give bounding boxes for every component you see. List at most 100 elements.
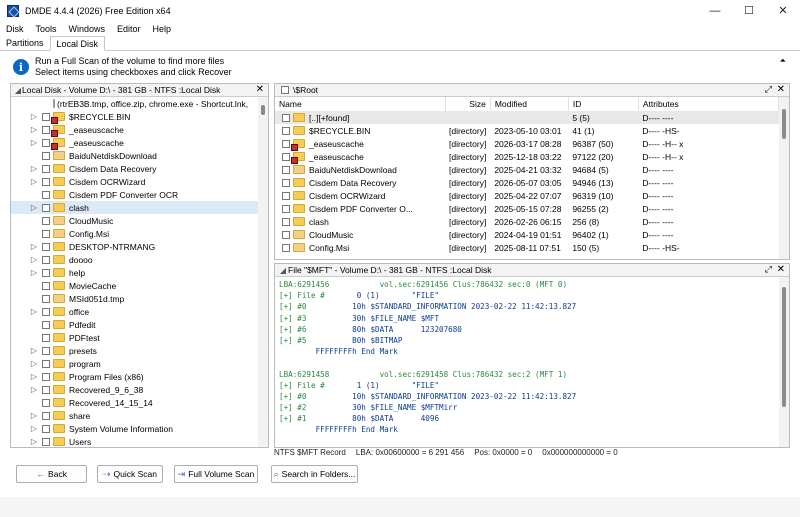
tree-item[interactable]: Cisdem PDF Converter OCR [11, 188, 258, 201]
record-expander-icon[interactable]: ◢ [278, 266, 288, 275]
tree-expander-icon[interactable]: ▷ [29, 307, 39, 316]
record-scrollbar[interactable] [779, 277, 789, 447]
file-row[interactable]: CloudMusic [directory] 2024-04-19 01:51 964… [275, 228, 779, 241]
tree-item-checkbox[interactable] [42, 398, 50, 407]
menu-help[interactable]: Help [147, 24, 178, 34]
tree-item[interactable]: ▷ $RECYCLE.BIN [11, 110, 258, 124]
file-row[interactable]: $RECYCLE.BIN [directory] 2023-05-10 03:01 4… [275, 124, 779, 137]
menu-editor[interactable]: Editor [111, 24, 147, 34]
tree-item-checkbox[interactable] [42, 203, 50, 212]
tree-item-checkbox[interactable] [42, 216, 50, 225]
file-row[interactable]: _easeuscache [directory] 2025-12-18 03:22 9… [275, 150, 779, 164]
tree-item-checkbox[interactable] [42, 359, 50, 368]
file-row[interactable]: Cisdem PDF Converter O... [directory] 2025… [275, 202, 779, 215]
file-name-cell[interactable]: Cisdem PDF Converter O... [275, 202, 445, 215]
tree-root-expander[interactable]: ◢ [14, 86, 22, 95]
file-checkbox[interactable] [282, 113, 290, 122]
full-volume-scan-button[interactable]: ⇥ Full Volume Scan [174, 465, 258, 483]
file-checkbox[interactable] [282, 139, 290, 148]
file-checkbox[interactable] [282, 178, 290, 187]
file-name-cell[interactable]: clash [275, 215, 445, 228]
tree-item-checkbox[interactable] [42, 333, 50, 342]
tree-item[interactable]: BaiduNetdiskDownload [11, 149, 258, 162]
tree-item[interactable]: ▷ DESKTOP-NTRMANG [11, 240, 258, 253]
file-checkbox[interactable] [282, 230, 290, 239]
file-row[interactable]: BaiduNetdiskDownload [directory] 2025-04-2… [275, 163, 779, 176]
tree-item[interactable]: ▷ office [11, 305, 258, 318]
file-name-cell[interactable]: CloudMusic [275, 228, 445, 241]
file-list-scrollbar[interactable] [779, 97, 789, 259]
tab-partitions[interactable]: Partitions [0, 36, 50, 50]
record-scroll-thumb[interactable] [782, 287, 786, 407]
tree-item-checkbox[interactable] [42, 372, 50, 381]
tree-item[interactable]: ▷ _easeuscache [11, 123, 258, 137]
file-checkbox[interactable] [282, 152, 290, 161]
file-row[interactable]: _easeuscache [directory] 2026-03-17 08:28 9… [275, 137, 779, 151]
panel-maximize-icon[interactable]: ⤢ [765, 84, 772, 95]
tree-item[interactable]: Pdfedit [11, 318, 258, 331]
search-in-folders-button[interactable]: ⌕ Search in Folders... [271, 465, 358, 483]
tree-item-checkbox[interactable] [42, 307, 50, 316]
tree-expander-icon[interactable]: ▷ [29, 125, 39, 134]
tree-item-checkbox[interactable] [42, 242, 50, 251]
file-list-scroll-thumb[interactable] [782, 109, 786, 139]
file-checkbox[interactable] [282, 243, 290, 252]
file-checkbox[interactable] [282, 191, 290, 200]
file-name-cell[interactable]: Cisdem OCRWizard [275, 189, 445, 202]
tree-item[interactable]: ▷ Program Files (x86) [11, 370, 258, 383]
col-modified[interactable]: Modified [490, 97, 569, 111]
tree-expander-icon[interactable]: ▷ [29, 138, 39, 147]
tree-item-checkbox[interactable] [42, 255, 50, 264]
col-size[interactable]: Size [445, 97, 491, 111]
tree-item-checkbox[interactable] [42, 268, 50, 277]
tree-item[interactable]: MSId051d.tmp [11, 292, 258, 305]
tree-expander-icon[interactable]: ▷ [29, 242, 39, 251]
tree-item[interactable]: ▷ _easeuscache [11, 136, 258, 150]
tree-item-checkbox[interactable] [42, 151, 50, 160]
file-checkbox[interactable] [282, 217, 290, 226]
menu-disk[interactable]: Disk [0, 24, 30, 34]
tree-item[interactable]: ▷ doooo [11, 253, 258, 266]
file-name-cell[interactable]: Cisdem Data Recovery [275, 176, 445, 189]
file-name-cell[interactable]: _easeuscache [275, 137, 445, 151]
minimize-button[interactable]: — [698, 0, 732, 21]
tree-item-checkbox[interactable] [42, 424, 50, 433]
tree-item[interactable]: ▷ help [11, 266, 258, 279]
col-name[interactable]: Name [275, 97, 446, 111]
panel-maximize-icon[interactable]: ⤢ [765, 264, 772, 275]
panel-close-icon[interactable]: ✕ [777, 84, 785, 95]
tree-item-checkbox[interactable] [42, 164, 50, 173]
collapse-icon[interactable]: ⏶ [780, 56, 786, 66]
file-name-cell[interactable]: Config.Msi [275, 241, 445, 254]
menu-tools[interactable]: Tools [30, 24, 63, 34]
tree-item[interactable]: CloudMusic [11, 214, 258, 227]
select-all-checkbox[interactable] [281, 86, 289, 94]
tree-item[interactable]: ▷ Cisdem OCRWizard [11, 175, 258, 188]
panel-close-icon[interactable]: ✕ [256, 84, 264, 95]
tree-expander-icon[interactable]: ▷ [29, 164, 39, 173]
tree-item[interactable]: PDFtest [11, 331, 258, 344]
tree-item-checkbox[interactable] [42, 190, 50, 199]
menu-windows[interactable]: Windows [63, 24, 112, 34]
tree-expander-icon[interactable]: ▷ [29, 385, 39, 394]
tree-item-checkbox[interactable] [42, 177, 50, 186]
tree-item[interactable]: ▷ share [11, 409, 258, 422]
tree-expander-icon[interactable]: ▷ [29, 424, 39, 433]
tree-item-checkbox[interactable] [42, 125, 50, 134]
quick-scan-button[interactable]: ⇢ Quick Scan [97, 465, 163, 483]
tab-local-disk[interactable]: Local Disk [49, 36, 106, 51]
tree-item[interactable]: MovieCache [11, 279, 258, 292]
tree-expander-icon[interactable]: ▷ [29, 411, 39, 420]
tree-item-checkbox[interactable] [42, 320, 50, 329]
close-button[interactable]: ✕ [766, 0, 800, 21]
tree-item-checkbox[interactable] [42, 346, 50, 355]
tree-expander-icon[interactable]: ▷ [29, 255, 39, 264]
tree-item[interactable]: ▷ System Volume Information [11, 422, 258, 435]
file-name-cell[interactable]: _easeuscache [275, 150, 445, 164]
file-row[interactable]: Config.Msi [directory] 2025-08-11 07:51 150… [275, 241, 779, 254]
tree-scrollbar[interactable] [258, 97, 268, 447]
tree-item[interactable]: (rtrEB3B.tmp, office.zip, chrome.exe - S… [11, 97, 258, 110]
file-name-cell[interactable]: $RECYCLE.BIN [275, 124, 445, 137]
tree-item-checkbox[interactable] [42, 294, 50, 303]
tree-item[interactable]: ▷ clash [11, 201, 258, 214]
